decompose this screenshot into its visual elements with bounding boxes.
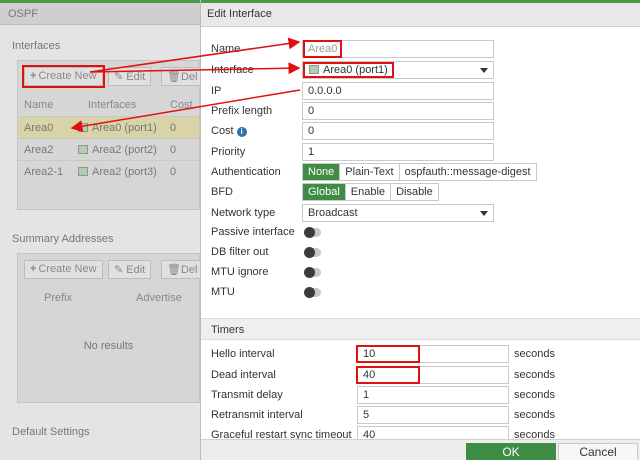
plus-icon: + xyxy=(30,263,37,275)
db-filter-out-toggle[interactable] xyxy=(304,247,321,258)
bfd-option-global[interactable]: Global xyxy=(303,184,345,200)
bfd-toggle-group: Global Enable Disable xyxy=(302,183,439,201)
interfaces-toolbar: + Create New ✎ Edit 🗑Del xyxy=(18,61,201,91)
pencil-icon: ✎ xyxy=(114,264,127,276)
priority-input[interactable]: 1 xyxy=(302,143,494,161)
dead-interval-unit: seconds xyxy=(514,369,555,381)
port-icon xyxy=(78,145,88,154)
passive-interface-label: Passive interface xyxy=(211,226,295,238)
dead-interval-input[interactable]: 40 xyxy=(356,366,509,384)
edit-button[interactable]: ✎ Edit xyxy=(108,67,152,86)
timers-section-header: Timers xyxy=(201,318,640,340)
passive-interface-toggle[interactable] xyxy=(304,227,321,238)
row-name: Area2 xyxy=(24,144,54,156)
retransmit-interval-unit: seconds xyxy=(514,409,555,421)
interface-select[interactable]: Area0 (port1) xyxy=(302,61,494,79)
mtu-ignore-label: MTU ignore xyxy=(211,266,269,278)
summary-edit-button[interactable]: ✎ Edit xyxy=(108,260,152,279)
row-cost: 0 xyxy=(170,166,177,178)
retransmit-interval-input[interactable]: 5 xyxy=(357,406,509,424)
chevron-down-icon xyxy=(480,68,488,73)
network-type-label: Network type xyxy=(211,207,276,219)
cancel-button[interactable]: Cancel xyxy=(558,443,638,460)
row-name: Area2-1 xyxy=(24,166,64,178)
table-row[interactable]: Area0 Area0 (port1) 0 xyxy=(18,116,199,138)
edit-interface-dialog: Edit Interface Name Area0 Interface Area… xyxy=(200,0,640,460)
transmit-delay-unit: seconds xyxy=(514,389,555,401)
mtu-ignore-toggle[interactable] xyxy=(304,267,321,278)
dialog-footer: OK Cancel xyxy=(201,439,640,460)
plus-icon: + xyxy=(30,70,37,82)
row-interface: Area2 (port3) xyxy=(78,166,157,178)
summary-delete-button[interactable]: 🗑Del xyxy=(161,260,201,279)
ok-button[interactable]: OK xyxy=(466,443,556,460)
summary-panel: + Create New ✎ Edit 🗑Del Prefix Advertise… xyxy=(17,253,201,403)
port-icon xyxy=(309,65,319,74)
auth-option-none[interactable]: None xyxy=(303,164,340,180)
cost-label: Cost i xyxy=(211,125,247,137)
retransmit-interval-label: Retransmit interval xyxy=(211,409,303,421)
summary-create-new-button[interactable]: + Create New xyxy=(24,260,103,279)
interfaces-section-label: Interfaces xyxy=(12,40,61,52)
page-title: OSPF xyxy=(0,3,200,25)
column-header-prefix[interactable]: Prefix xyxy=(44,287,72,309)
auth-option-plain-text[interactable]: Plain-Text xyxy=(339,164,399,180)
ip-input[interactable]: 0.0.0.0 xyxy=(302,82,494,100)
row-cost: 0 xyxy=(170,122,177,134)
interface-label: Interface xyxy=(211,64,254,76)
auth-option-message-digest[interactable]: ospfauth::message-digest xyxy=(398,164,536,180)
interfaces-panel: + Create New ✎ Edit 🗑Del Name Interfaces … xyxy=(17,60,201,210)
row-name: Area0 xyxy=(24,122,54,134)
authentication-toggle-group: None Plain-Text ospfauth::message-digest xyxy=(302,163,537,181)
column-header-cost[interactable]: Cost xyxy=(170,94,193,116)
pencil-icon: ✎ xyxy=(114,71,127,83)
dialog-title: Edit Interface xyxy=(201,3,640,27)
summary-toolbar: + Create New ✎ Edit 🗑Del xyxy=(18,254,201,284)
transmit-delay-label: Transmit delay xyxy=(211,389,283,401)
column-header-advertise[interactable]: Advertise xyxy=(136,287,182,309)
name-label: Name xyxy=(211,43,241,55)
mtu-label: MTU xyxy=(211,286,235,298)
name-placeholder: Area0 xyxy=(302,40,343,58)
db-filter-out-label: DB filter out xyxy=(211,246,269,258)
bfd-option-disable[interactable]: Disable xyxy=(390,184,438,200)
network-type-select[interactable]: Broadcast xyxy=(302,204,494,222)
priority-label: Priority xyxy=(211,146,246,158)
info-icon[interactable]: i xyxy=(236,127,247,137)
hello-interval-label: Hello interval xyxy=(211,348,275,360)
hello-interval-input[interactable]: 10 xyxy=(356,345,509,363)
ip-label: IP xyxy=(211,85,222,97)
prefix-length-label: Prefix length xyxy=(211,105,273,117)
row-interface: Area2 (port2) xyxy=(78,144,157,156)
bfd-label: BFD xyxy=(211,186,233,198)
create-new-button[interactable]: + Create New xyxy=(22,65,105,88)
port-icon xyxy=(78,123,88,132)
delete-button[interactable]: 🗑Del xyxy=(161,67,201,86)
hello-interval-unit: seconds xyxy=(514,348,555,360)
bfd-option-enable[interactable]: Enable xyxy=(344,184,391,200)
trash-icon: 🗑 xyxy=(167,71,181,83)
cost-input[interactable]: 0 xyxy=(302,122,494,140)
default-settings-label: Default Settings xyxy=(12,426,90,438)
row-cost: 0 xyxy=(170,144,177,156)
transmit-delay-input[interactable]: 1 xyxy=(357,386,509,404)
prefix-length-input[interactable]: 0 xyxy=(302,102,494,120)
port-icon xyxy=(78,167,88,176)
name-input[interactable]: Area0 xyxy=(302,40,494,58)
table-row[interactable]: Area2-1 Area2 (port3) 0 xyxy=(18,160,199,182)
table-row[interactable]: Area2 Area2 (port2) 0 xyxy=(18,138,199,160)
chevron-down-icon xyxy=(480,211,488,216)
summary-section-label: Summary Addresses xyxy=(12,233,114,245)
no-results-text: No results xyxy=(83,340,134,352)
dead-interval-label: Dead interval xyxy=(211,369,276,381)
column-header-interfaces[interactable]: Interfaces xyxy=(88,94,136,116)
row-interface: Area0 (port1) xyxy=(78,122,157,134)
mtu-toggle[interactable] xyxy=(304,287,321,298)
network-type-value: Broadcast xyxy=(308,207,358,219)
column-header-name[interactable]: Name xyxy=(24,94,53,116)
authentication-label: Authentication xyxy=(211,166,281,178)
trash-icon: 🗑 xyxy=(167,264,181,276)
